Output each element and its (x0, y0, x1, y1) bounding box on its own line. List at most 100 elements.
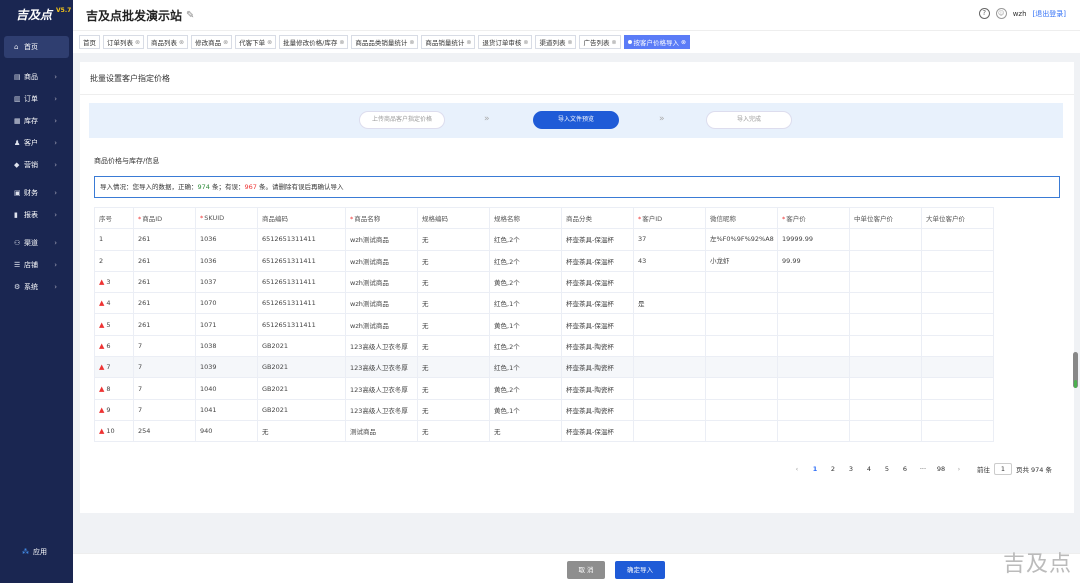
table-cell: 杯壶茶具-陶瓷杯 (561, 377, 634, 400)
table-cell: 杯壶茶具-保温杯 (561, 228, 634, 251)
apps-button[interactable]: ⁂ 应用 (22, 547, 47, 557)
sidebar-item-9[interactable]: ☰ 店铺 › (4, 254, 69, 276)
tab-2[interactable]: 商品列表 ⊗ (147, 35, 189, 49)
close-icon[interactable]: ⊗ (179, 39, 184, 46)
page-number[interactable]: 1 (807, 465, 823, 473)
sidebar-item-5[interactable]: ◆ 营销 › (4, 154, 69, 176)
tab-6[interactable]: 商品品类销量统计 ⊗ (351, 35, 419, 49)
logout-link[interactable]: [退出登录] (1033, 9, 1066, 19)
table-cell (633, 356, 706, 379)
table-cell (849, 249, 922, 272)
table-cell (921, 356, 994, 379)
tab-7[interactable]: 商品销量统计 ⊗ (421, 35, 476, 49)
tab-5[interactable]: 批量修改价格/库存 ⊗ (279, 35, 349, 49)
close-icon[interactable]: ⊗ (339, 39, 344, 46)
sidebar-item-2[interactable]: ▥ 订单 › (4, 88, 69, 110)
page-number[interactable]: ··· (915, 465, 931, 473)
page-jump-input[interactable]: 1 (993, 463, 1012, 475)
required-mark: * (638, 215, 642, 224)
tab-1[interactable]: 订单列表 ⊗ (103, 35, 145, 49)
tab-10[interactable]: 广告列表 ⊗ (579, 35, 621, 49)
close-icon[interactable]: ⊗ (681, 39, 686, 46)
tab-label: 批量修改价格/库存 (283, 39, 338, 47)
tab-11[interactable]: 按客户价格导入 ⊗ (623, 35, 691, 49)
table-cell: 123高级人卫衣冬厚 (345, 398, 418, 421)
sidebar-item-label: 系统 (24, 283, 38, 291)
table-cell: 黄色,2个 (489, 377, 562, 400)
close-icon[interactable]: ⊗ (267, 39, 272, 46)
page-number[interactable]: 5 (879, 465, 895, 473)
pagination: ‹ 1 2 3 4 5 6 ··· 98 › 前往 1 页共 974 条 (789, 463, 1052, 475)
prev-page-button[interactable]: ‹ (789, 465, 805, 473)
edit-title-icon[interactable]: ✎ (186, 10, 194, 21)
sidebar-item-label: 商品 (24, 73, 38, 81)
required-mark: * (138, 215, 142, 224)
table-cell: 无 (417, 356, 490, 379)
close-icon[interactable]: ⊗ (409, 39, 414, 46)
warning-icon: ▲ (99, 299, 105, 308)
table-cell: ▲ 5 (94, 313, 134, 336)
close-icon[interactable]: ⊗ (523, 39, 528, 46)
table-cell: 261 (133, 270, 196, 294)
chevron-right-icon: › (54, 73, 57, 81)
close-icon[interactable]: ⊗ (223, 39, 228, 46)
sidebar-item-4[interactable]: ♟ 客户 › (4, 132, 69, 154)
close-icon[interactable]: ⊗ (466, 39, 471, 46)
table-cell (849, 356, 922, 379)
site-title: 吉及点批发演示站 (86, 8, 183, 23)
table-cell: GB2021 (257, 398, 346, 421)
chevron-right-icon: › (54, 211, 57, 219)
sidebar-item-label: 店铺 (24, 261, 38, 269)
table-cell: 6512651311411 (257, 270, 346, 294)
sidebar: 吉及点 V5.7 ⌂ 首页 ▤ 商品 › ▥ 订单 › ▦ 库存 › ♟ 客户 › ◆ 营销 › ▣ 财务 › ▮ 报表 ›… (0, 0, 73, 583)
table-cell (633, 398, 706, 421)
next-page-button[interactable]: › (951, 465, 967, 473)
confirm-import-button[interactable]: 确定导入 (615, 561, 665, 579)
tab-8[interactable]: 退货订单审核 ⊗ (478, 35, 533, 49)
table-cell (921, 377, 994, 400)
user-avatar-icon[interactable]: ☺ (995, 8, 1007, 19)
brand-logo[interactable]: 吉及点 V5.7 (0, 0, 73, 28)
close-icon[interactable]: ⊗ (567, 39, 572, 46)
sidebar-item-0[interactable]: ⌂ 首页 (4, 36, 69, 58)
header-label: 微信昵称 (710, 215, 736, 224)
page-number[interactable]: 6 (897, 465, 913, 473)
watermark: 吉及点 (1002, 552, 1072, 577)
table-cell: 无 (417, 228, 490, 251)
page-number[interactable]: 98 (933, 465, 949, 473)
tab-3[interactable]: 修改商品 ⊗ (191, 35, 233, 49)
table-cell: ▲ 8 (94, 377, 134, 400)
sidebar-item-6[interactable]: ▣ 财务 › (4, 182, 69, 204)
table-row: ▲ 9 7 1041 GB2021 123高级人卫衣冬厚无黄色,1个 杯壶茶具-陶瓷杯 (94, 398, 994, 421)
required-mark: * (350, 215, 354, 224)
cancel-button[interactable]: 取 消 (567, 561, 605, 579)
sidebar-item-1[interactable]: ▤ 商品 › (4, 66, 69, 88)
sidebar-item-3[interactable]: ▦ 库存 › (4, 110, 69, 132)
chevron-right-icon: › (54, 161, 57, 169)
sidebar-item-8[interactable]: ⚇ 渠道 › (4, 232, 69, 254)
sidebar-item-label: 客户 (24, 139, 38, 147)
sidebar-item-7[interactable]: ▮ 报表 › (4, 204, 69, 226)
page-number[interactable]: 2 (825, 465, 841, 473)
column-header: 大单位客户价 (921, 206, 994, 230)
close-icon[interactable]: ⊗ (611, 39, 616, 46)
close-icon[interactable]: ⊗ (135, 39, 140, 46)
column-header: 中单位客户价 (849, 206, 922, 230)
column-header: 微信昵称 (705, 206, 778, 230)
tab-label: 广告列表 (583, 39, 610, 47)
tab-4[interactable]: 代客下单 ⊗ (235, 35, 277, 49)
page-number[interactable]: 3 (843, 465, 859, 473)
tab-9[interactable]: 渠道列表 ⊗ (535, 35, 577, 49)
table-cell: 123高级人卫衣冬厚 (345, 334, 418, 358)
sidebar-item-10[interactable]: ⚙ 系统 › (4, 276, 69, 298)
header-label: 规格名称 (494, 215, 520, 224)
menu-icon: ▦ (14, 117, 21, 125)
table-cell (849, 377, 922, 400)
tab-0[interactable]: 首页 (79, 35, 100, 49)
table-cell (921, 270, 994, 294)
apps-label: 应用 (33, 548, 47, 556)
page-number[interactable]: 4 (861, 465, 877, 473)
help-icon[interactable]: ? (978, 8, 990, 19)
table-cell: 940 (195, 419, 258, 443)
chevron-right-icon: › (54, 189, 57, 197)
